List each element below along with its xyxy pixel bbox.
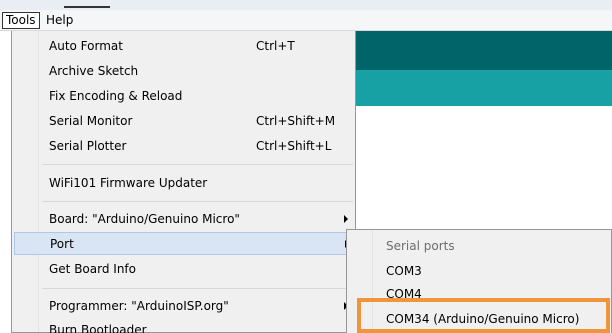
menu-item-archive-sketch[interactable]: Archive Sketch: [14, 60, 354, 83]
menu-item-label: WiFi101 Firmware Updater: [49, 176, 208, 190]
menu-item-get-board-info[interactable]: Get Board Info: [14, 258, 354, 281]
menu-item-label: Archive Sketch: [49, 64, 139, 78]
submenu-header-label: Serial ports: [386, 239, 455, 253]
port-item-com3[interactable]: COM3: [349, 261, 607, 283]
menu-item-label: Serial Plotter: [49, 139, 127, 153]
menu-item-serial-monitor[interactable]: Serial Monitor Ctrl+Shift+M: [14, 110, 354, 133]
menu-item-label: Board: "Arduino/Genuino Micro": [49, 212, 240, 226]
menu-bar: Tools Help: [0, 10, 612, 31]
menu-item-shortcut: Ctrl+Shift+M: [256, 114, 336, 128]
menu-item-burn-bootloader[interactable]: Burn Bootloader: [14, 319, 354, 333]
annotation-highlight-box: [357, 298, 610, 333]
menu-tools[interactable]: Tools: [2, 12, 40, 29]
menu-item-programmer[interactable]: Programmer: "ArduinoISP.org": [14, 295, 354, 318]
menu-item-label: Serial Monitor: [49, 114, 133, 128]
menu-item-shortcut: Ctrl+T: [256, 39, 295, 53]
menu-separator: [42, 201, 353, 202]
menu-item-fix-encoding[interactable]: Fix Encoding & Reload: [14, 85, 354, 108]
menu-item-board[interactable]: Board: "Arduino/Genuino Micro": [14, 208, 354, 231]
menu-item-shortcut: Ctrl+Shift+L: [256, 139, 332, 153]
submenu-header-serial-ports: Serial ports: [349, 236, 607, 258]
menu-item-label: Programmer: "ArduinoISP.org": [49, 299, 229, 313]
menu-item-label: Burn Bootloader: [49, 323, 147, 333]
menu-item-label: Auto Format: [49, 39, 123, 53]
menu-item-wifi101-updater[interactable]: WiFi101 Firmware Updater: [14, 172, 354, 195]
window-top-strip: [0, 0, 612, 10]
menu-help[interactable]: Help: [42, 12, 77, 29]
menu-separator: [42, 164, 353, 165]
cropped-text-underline: [64, 6, 110, 8]
menu-item-auto-format[interactable]: Auto Format Ctrl+T: [14, 35, 354, 58]
menu-item-port[interactable]: Port: [14, 232, 354, 255]
menu-item-label: Get Board Info: [49, 262, 136, 276]
menu-item-label: Fix Encoding & Reload: [49, 89, 183, 103]
ide-toolbar: [356, 31, 612, 70]
port-item-label: COM3: [386, 264, 422, 278]
menu-item-serial-plotter[interactable]: Serial Plotter Ctrl+Shift+L: [14, 135, 354, 158]
menu-item-label: Port: [50, 237, 74, 251]
tools-menu-dropdown: Auto Format Ctrl+T Archive Sketch Fix En…: [11, 31, 356, 333]
menu-separator: [42, 288, 353, 289]
ide-tab-bar: [356, 70, 612, 106]
submenu-arrow-icon: [344, 215, 348, 223]
